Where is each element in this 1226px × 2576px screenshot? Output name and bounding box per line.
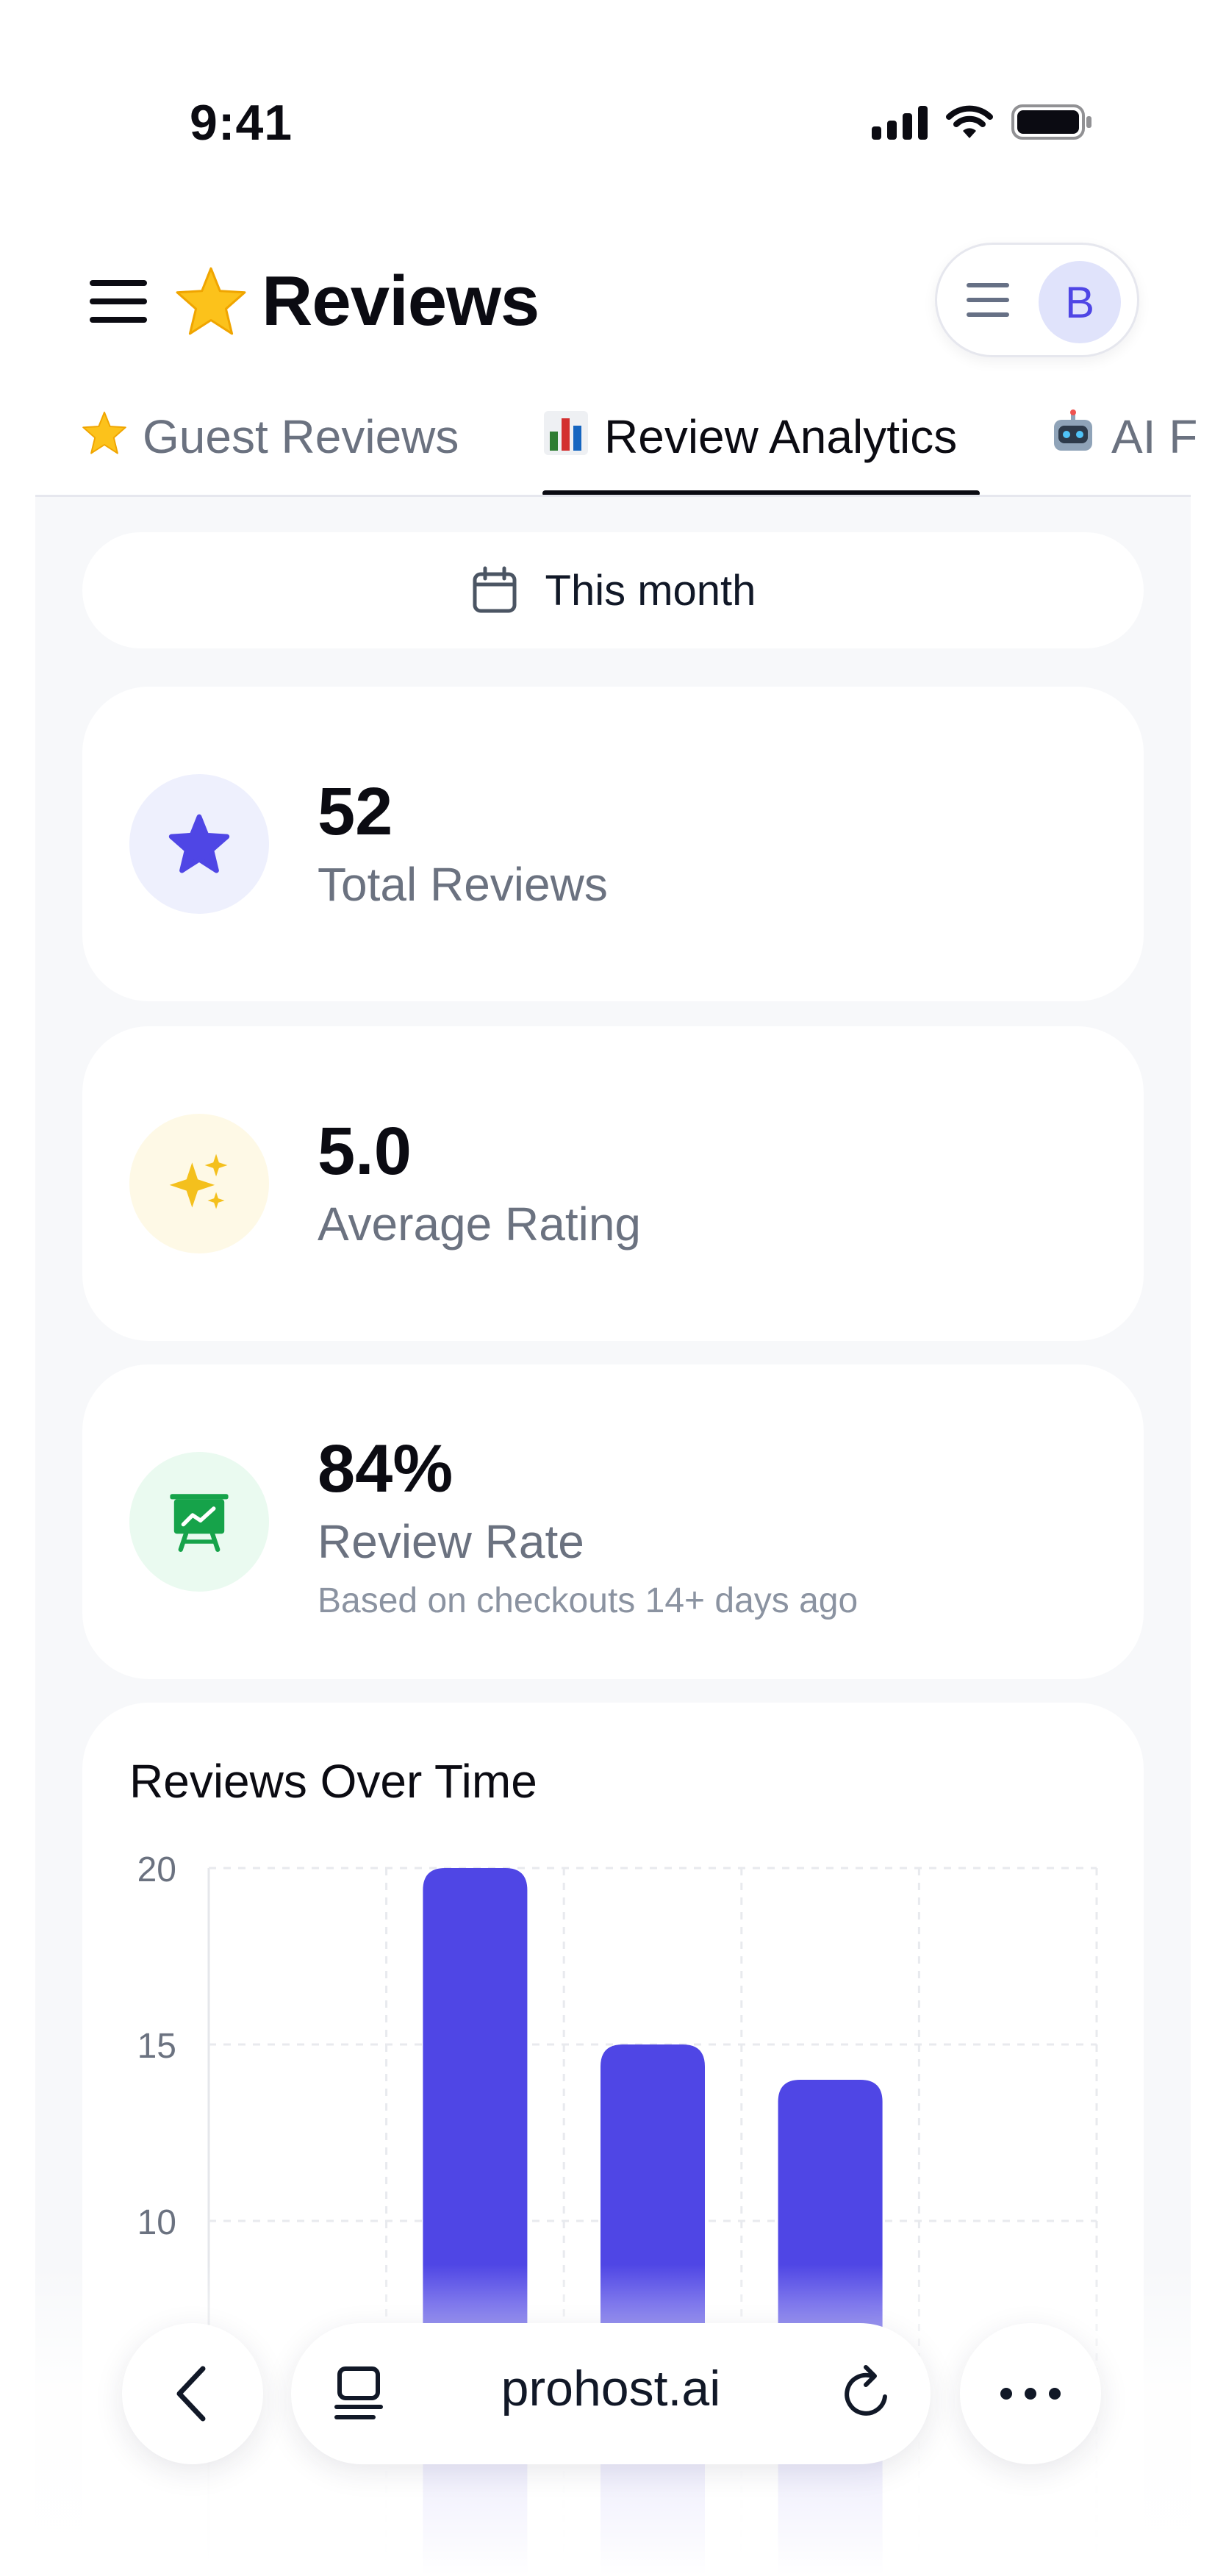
- more-options-button[interactable]: [960, 2323, 1101, 2464]
- page-title: Reviews: [173, 261, 539, 342]
- presentation-chart-icon: [129, 1452, 269, 1592]
- chevron-left-icon: [176, 2366, 206, 2422]
- more-horizontal-icon: [1000, 2388, 1061, 2400]
- cellular-signal-icon: [872, 104, 928, 140]
- menu-icon: [967, 283, 1009, 317]
- stat-value: 52: [318, 774, 393, 849]
- tab-label: Guest Reviews: [143, 410, 459, 463]
- chart-y-tick-label: 10: [137, 2203, 176, 2242]
- tab-label: AI F: [1111, 410, 1198, 463]
- tab-guest-reviews[interactable]: Guest Reviews: [81, 401, 459, 496]
- app-screen: 9:41 Reviews B Guest Reviews Review Anal…: [0, 0, 1226, 2576]
- star-icon: [82, 411, 126, 454]
- date-filter-label: This month: [545, 566, 756, 615]
- menu-button[interactable]: [87, 276, 150, 327]
- account-menu-button[interactable]: B: [935, 243, 1139, 357]
- chart-y-tick-label: 20: [137, 1850, 176, 1889]
- status-icons: [872, 103, 1094, 141]
- tab-label: Review Analytics: [604, 410, 958, 463]
- back-button[interactable]: [122, 2323, 263, 2464]
- stat-value: 5.0: [318, 1114, 412, 1189]
- stat-sublabel: Based on checkouts 14+ days ago: [318, 1581, 858, 1620]
- star-icon: [129, 774, 269, 914]
- average-rating-card: 5.0 Average Rating: [82, 1026, 1144, 1341]
- stat-label: Total Reviews: [318, 858, 608, 911]
- address-bar[interactable]: prohost.ai: [291, 2323, 931, 2464]
- tab-review-analytics[interactable]: Review Analytics: [542, 401, 957, 496]
- calendar-icon: [473, 566, 517, 613]
- stat-value: 84%: [318, 1431, 454, 1506]
- bar-chart-icon: [544, 411, 588, 455]
- review-rate-card: 84% Review Rate Based on checkouts 14+ d…: [82, 1364, 1144, 1679]
- stat-label: Review Rate: [318, 1515, 584, 1568]
- status-time: 9:41: [190, 95, 293, 151]
- page-header: Reviews B: [87, 243, 1139, 360]
- chart-y-ticks: 20 15 10: [137, 1850, 176, 2242]
- tab-bar: Guest Reviews Review Analytics AI F: [35, 401, 1226, 496]
- total-reviews-card: 52 Total Reviews: [82, 687, 1144, 1001]
- star-emoji-icon: [176, 267, 246, 335]
- battery-icon: [1011, 104, 1091, 140]
- reload-icon[interactable]: [839, 2364, 895, 2423]
- chart-y-tick-label: 15: [137, 2027, 176, 2066]
- avatar: B: [1039, 261, 1121, 343]
- tab-ai[interactable]: AI F: [1050, 401, 1197, 496]
- wifi-icon: [946, 105, 993, 138]
- date-range-filter[interactable]: This month: [82, 532, 1144, 648]
- title-text: Reviews: [262, 262, 539, 340]
- robot-icon: [1054, 409, 1092, 451]
- sparkles-icon: [129, 1114, 269, 1253]
- url-text: prohost.ai: [501, 2361, 721, 2416]
- stat-label: Average Rating: [318, 1198, 641, 1251]
